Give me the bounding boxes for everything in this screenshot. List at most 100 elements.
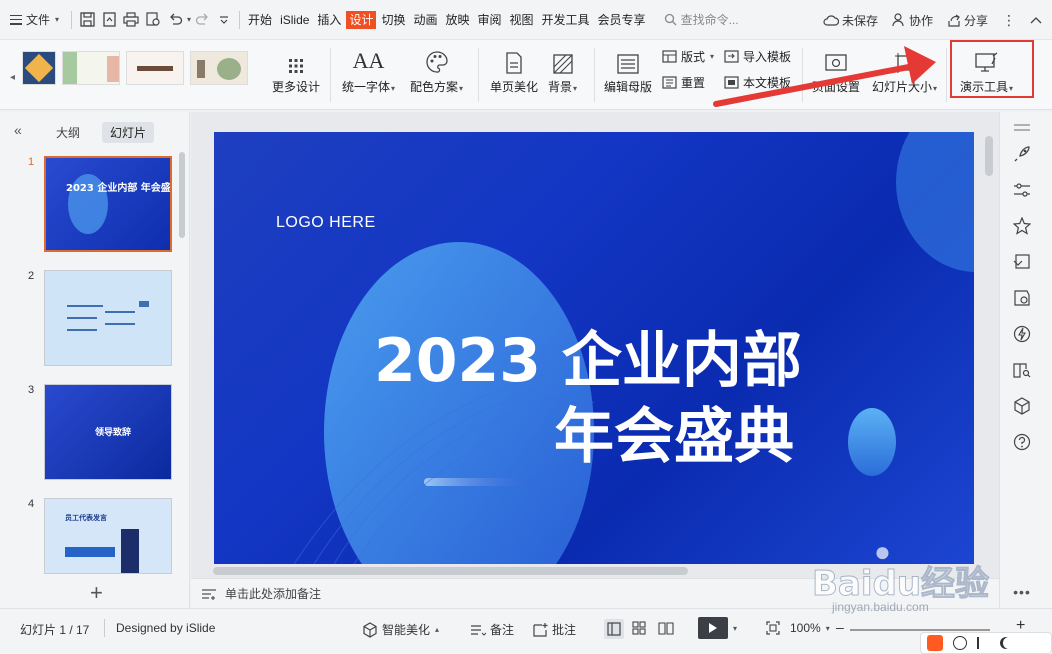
- smart-beautify-label: 智能美化: [382, 623, 431, 637]
- tab-view[interactable]: 视图: [507, 11, 537, 29]
- current-slide[interactable]: LOGO HERE 2023 企业内部 年会盛典: [214, 132, 974, 564]
- collapse-panel-icon[interactable]: «: [14, 122, 22, 138]
- help-icon[interactable]: [1012, 432, 1032, 452]
- edit-master-label: 编辑母版: [604, 80, 653, 94]
- collaborate-button[interactable]: 协作: [892, 12, 933, 29]
- tab-review[interactable]: 审阅: [475, 11, 505, 29]
- page-setup-button[interactable]: 页面设置: [812, 46, 860, 95]
- template-thumb[interactable]: [190, 51, 248, 85]
- slide-thumb[interactable]: 领导致辞: [44, 384, 172, 480]
- file-menu-label: 文件: [26, 13, 51, 27]
- chevron-left-icon[interactable]: ◂: [10, 72, 15, 83]
- undo-icon[interactable]: [164, 9, 186, 31]
- convert-icon[interactable]: [1012, 252, 1032, 272]
- import-template-button[interactable]: 导入模板: [724, 48, 791, 65]
- preview-icon[interactable]: [142, 9, 164, 31]
- play-icon: [709, 623, 717, 633]
- normal-view-button[interactable]: [604, 619, 624, 639]
- reading-view-button[interactable]: [658, 621, 674, 635]
- collapse-ribbon-icon[interactable]: [1030, 16, 1042, 24]
- slide-thumb[interactable]: 2023 企业内部 年会盛典: [44, 156, 172, 252]
- tab-member[interactable]: 会员专享: [595, 11, 649, 29]
- save-icon[interactable]: [76, 9, 98, 31]
- logo-placeholder[interactable]: LOGO HERE: [276, 214, 376, 232]
- grid-view-button[interactable]: [632, 621, 646, 635]
- box-icon[interactable]: [1012, 396, 1032, 416]
- menu-lines-icon[interactable]: [1012, 118, 1032, 138]
- play-slideshow-button[interactable]: ▾: [698, 617, 737, 639]
- tab-design[interactable]: 设计: [346, 10, 377, 29]
- top-right-actions: 未保存 协作 分享 ⋮: [823, 0, 1042, 40]
- more-design-label: 更多设计: [272, 80, 321, 94]
- slide-title-line-1[interactable]: 2023 企业内部: [374, 312, 802, 399]
- tab-slides[interactable]: 幻灯片: [102, 122, 155, 143]
- tab-home[interactable]: 开始: [245, 11, 275, 29]
- edit-master-button[interactable]: 编辑母版: [604, 46, 652, 95]
- layout-label: 版式: [681, 50, 706, 64]
- this-template-button[interactable]: 本文模板: [724, 74, 791, 91]
- thumb-title: 员工代表发言: [65, 515, 107, 522]
- customize-toolbar-icon[interactable]: [213, 9, 235, 31]
- template-thumb[interactable]: [22, 51, 56, 85]
- tab-insert[interactable]: 插入: [314, 11, 344, 29]
- color-scheme-button[interactable]: 配色方案▾: [410, 46, 463, 95]
- tab-developer[interactable]: 开发工具: [539, 11, 593, 29]
- tab-transition[interactable]: 切换: [378, 11, 408, 29]
- fit-window-button[interactable]: [766, 621, 780, 635]
- layout-button[interactable]: 版式 ▾: [662, 48, 714, 65]
- tab-outline[interactable]: 大纲: [48, 122, 88, 143]
- slide-title-line-2[interactable]: 年会盛典: [554, 388, 794, 475]
- search-icon: [664, 13, 677, 26]
- unsaved-status[interactable]: 未保存: [823, 12, 878, 29]
- chevron-down-icon: ▾: [55, 15, 60, 24]
- template-thumb[interactable]: [126, 51, 184, 85]
- zoom-level[interactable]: 100% ▾: [790, 621, 830, 635]
- rocket-icon[interactable]: [1012, 144, 1032, 164]
- slide-thumb[interactable]: [44, 270, 172, 366]
- thumb-title: 领导致辞: [95, 427, 132, 437]
- background-button[interactable]: 背景▾: [548, 46, 577, 95]
- slide-thumb[interactable]: 员工代表发言: [44, 498, 172, 574]
- star-icon[interactable]: [1012, 216, 1032, 236]
- book-search-icon[interactable]: [1012, 360, 1032, 380]
- reset-button[interactable]: 重置: [662, 74, 705, 91]
- user-icon: [892, 13, 904, 27]
- design-templates: [22, 51, 248, 85]
- tab-slideshow[interactable]: 放映: [442, 11, 472, 29]
- unify-font-label: 统一字体: [342, 80, 391, 94]
- chart-settings-icon[interactable]: [1012, 288, 1032, 308]
- panel-scrollbar[interactable]: [179, 152, 185, 238]
- page-beautify-button[interactable]: 单页美化: [490, 46, 538, 95]
- canvas-vertical-scrollbar[interactable]: [985, 136, 993, 176]
- zoom-out-button[interactable]: –: [836, 619, 844, 635]
- smart-beautify-button[interactable]: 智能美化 ▴: [362, 621, 439, 638]
- more-options-icon[interactable]: ⋮: [1002, 12, 1016, 29]
- template-icon: [724, 76, 739, 89]
- tab-islide[interactable]: iSlide: [277, 11, 312, 29]
- template-thumb[interactable]: [62, 51, 120, 85]
- sliders-icon[interactable]: [1012, 180, 1032, 200]
- slide-size-label: 幻灯片大小: [872, 80, 933, 94]
- slide-size-button[interactable]: 幻灯片大小▾: [872, 46, 937, 95]
- canvas-horizontal-scrollbar[interactable]: [213, 567, 688, 575]
- notes-toggle[interactable]: 备注: [470, 621, 514, 638]
- lightning-icon[interactable]: [1012, 324, 1032, 344]
- export-pdf-icon[interactable]: [98, 9, 120, 31]
- command-search[interactable]: 查找命令...: [664, 11, 739, 28]
- print-icon[interactable]: [120, 9, 142, 31]
- zoom-value: 100%: [790, 621, 821, 635]
- zoom-slider-track[interactable]: [850, 629, 990, 631]
- file-menu[interactable]: 文件 ▾: [0, 0, 67, 40]
- comments-button[interactable]: 批注: [532, 621, 576, 638]
- slide-number: 2: [28, 270, 35, 282]
- redo-icon[interactable]: [191, 9, 213, 31]
- tab-animation[interactable]: 动画: [410, 11, 440, 29]
- share-button[interactable]: 分享: [947, 12, 988, 29]
- more-design-button[interactable]: 更多设计: [272, 46, 320, 95]
- add-slide-icon[interactable]: +: [90, 580, 103, 606]
- more-horizontal-icon[interactable]: •••: [1012, 582, 1032, 602]
- ime-tray[interactable]: [920, 632, 1052, 654]
- color-scheme-label: 配色方案: [410, 80, 459, 94]
- unify-font-button[interactable]: AA 统一字体▾: [342, 46, 395, 95]
- share-label: 分享: [963, 13, 988, 28]
